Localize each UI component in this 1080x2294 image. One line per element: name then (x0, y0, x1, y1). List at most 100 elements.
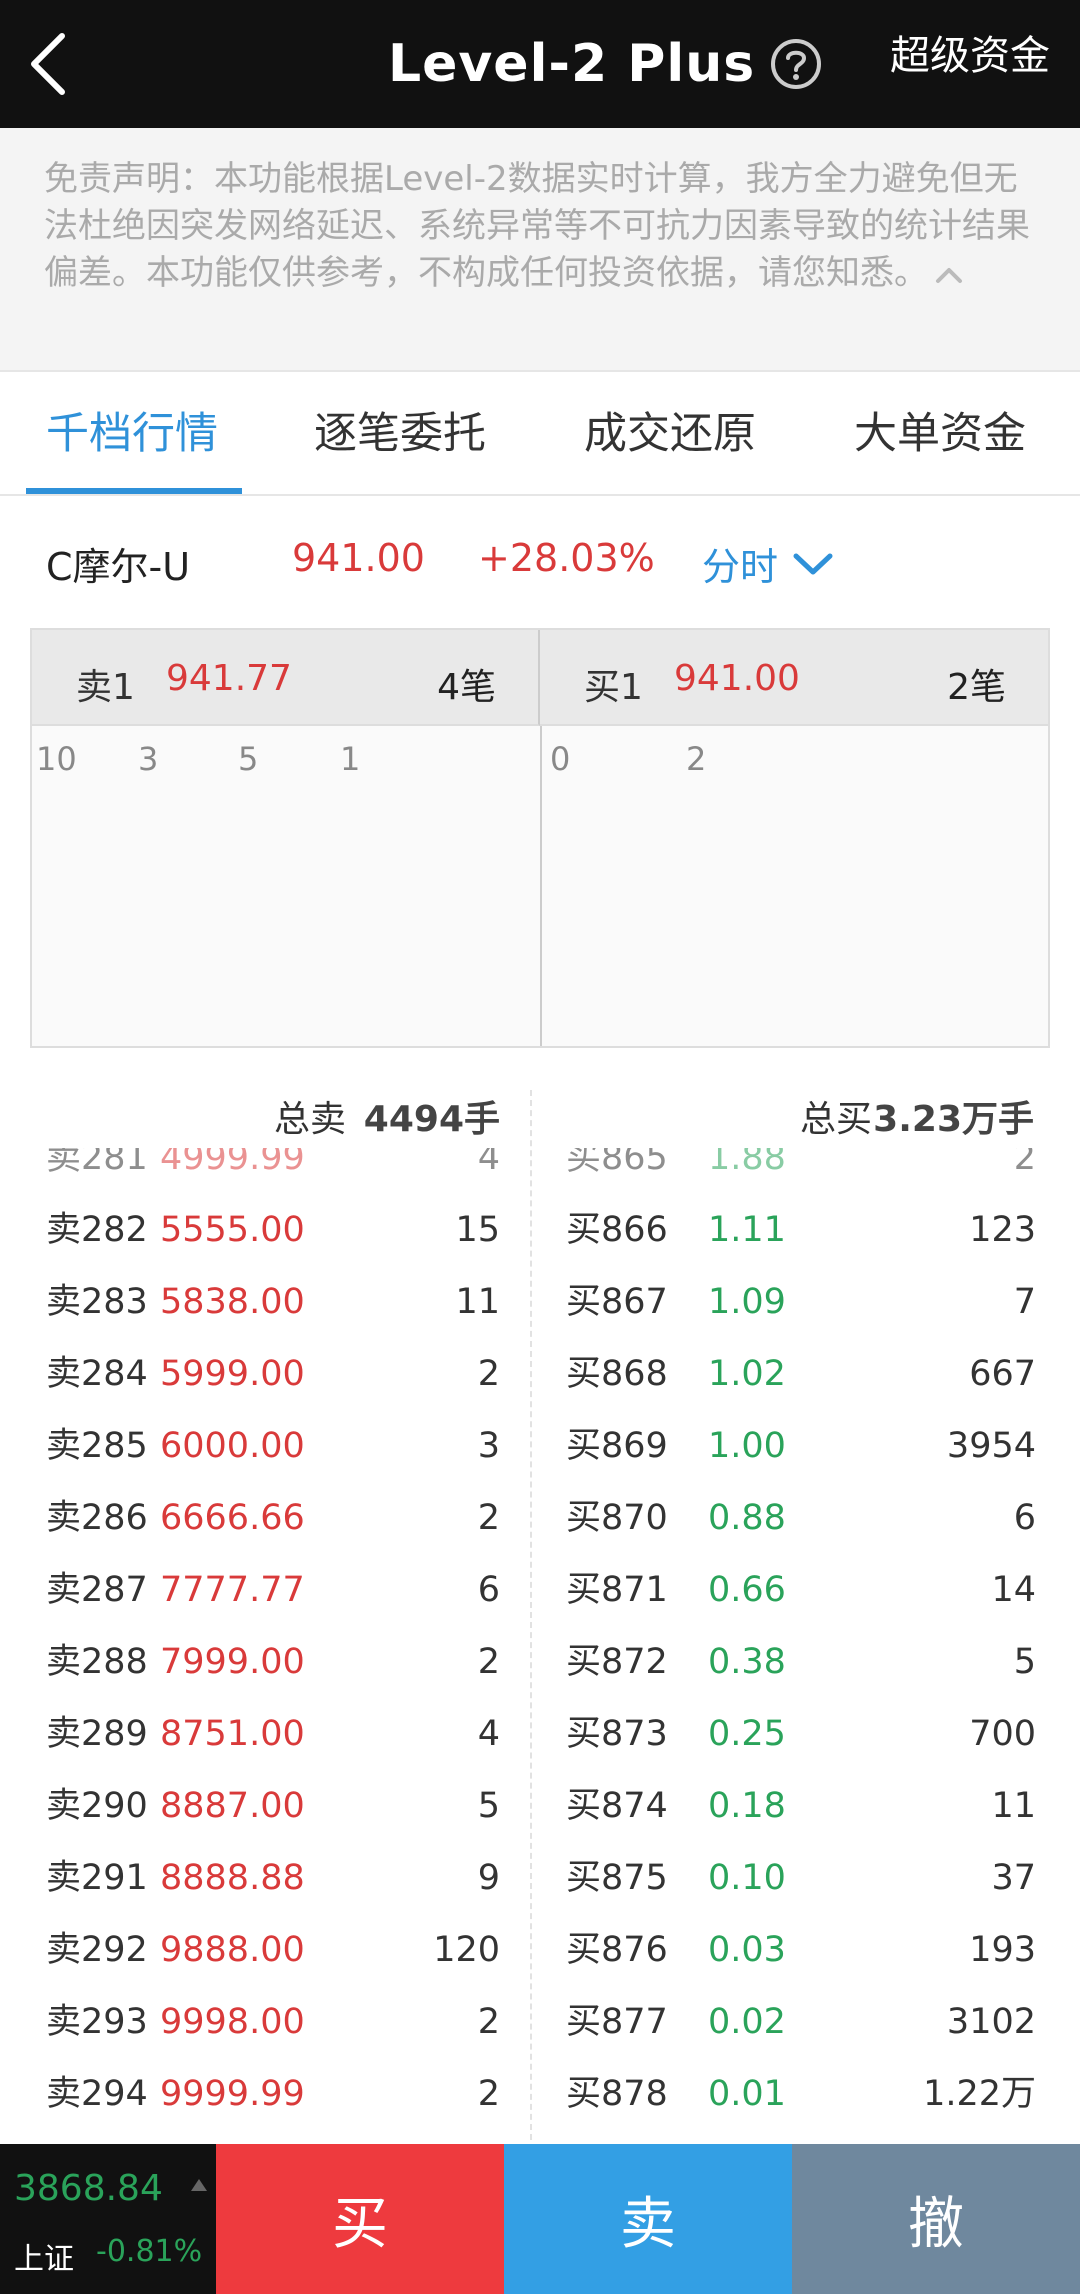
order-volume: 4 (477, 1148, 500, 1178)
order-level: 卖282 (46, 1210, 148, 1250)
sell-button[interactable]: 卖 (504, 2144, 792, 2294)
total-buy-label: 总买 (800, 1099, 873, 1140)
stock-change: +28.03% (478, 536, 655, 580)
order-volume: 2 (477, 2002, 500, 2042)
stock-summary: C摩尔-U 941.00 +28.03% 分时 (0, 530, 1080, 598)
order-level: 买869 (566, 1426, 668, 1466)
order-volume: 14 (991, 1570, 1036, 1610)
tab-order-by-order[interactable]: 逐笔委托 (314, 406, 486, 462)
order-price: 0.38 (708, 1642, 786, 1682)
table-row: 卖290 8887.00 5 (0, 1772, 530, 1844)
table-row: 卖285 6000.00 3 (0, 1412, 530, 1484)
tab-bar: 千档行情 逐笔委托 成交还原 大单资金 (0, 372, 1080, 496)
buy-queue-item: 2 (686, 740, 707, 778)
order-level: 买874 (566, 1786, 668, 1826)
order-level: 买878 (566, 2074, 668, 2114)
order-price: 0.66 (708, 1570, 786, 1610)
order-volume: 7 (1013, 1282, 1036, 1322)
cancel-order-button[interactable]: 撤 (792, 2144, 1080, 2294)
order-volume: 2 (477, 1498, 500, 1538)
table-row: 卖286 6666.66 2 (0, 1484, 530, 1556)
order-volume: 3954 (946, 1426, 1036, 1466)
order-price: 5999.00 (160, 1354, 305, 1394)
order-level: 买866 (566, 1210, 668, 1250)
order-volume: 11 (991, 1786, 1036, 1826)
order-price: 0.02 (708, 2002, 786, 2042)
order-volume: 4 (477, 1714, 500, 1754)
order-price: 1.88 (708, 1148, 786, 1178)
total-buy-value: 3.23万手 (873, 1099, 1034, 1140)
tab-depth-quote[interactable]: 千档行情 (46, 406, 218, 462)
bottom-action-bar: 3868.84 上证 -0.81% 买 卖 撤 (0, 2144, 1080, 2294)
order-volume: 193 (969, 1930, 1036, 1970)
order-price: 7777.77 (160, 1570, 305, 1610)
buy-order-list[interactable]: 买865 1.88 2 买866 1.11 123 买867 1.09 7 买8… (532, 1148, 1080, 2138)
buy1-count: 2笔 (947, 667, 1006, 708)
order-level: 买876 (566, 1930, 668, 1970)
order-volume: 667 (969, 1354, 1036, 1394)
order-volume: 9 (477, 1858, 500, 1898)
buy1-label: 买1 (584, 667, 643, 708)
order-volume: 3 (477, 1426, 500, 1466)
table-row: 卖292 9888.00 120 (0, 1916, 530, 1988)
buy-button[interactable]: 买 (216, 2144, 504, 2294)
table-row: 买874 0.18 11 (532, 1772, 1080, 1844)
order-price: 1.09 (708, 1282, 786, 1322)
order-level: 买868 (566, 1354, 668, 1394)
table-row: 买875 0.10 37 (532, 1844, 1080, 1916)
table-row: 买866 1.11 123 (532, 1196, 1080, 1268)
order-price: 5838.00 (160, 1282, 305, 1322)
sell-queue-item: 1 (340, 740, 361, 778)
order-level: 卖294 (46, 2074, 148, 2114)
buy-queue-item: 0 (550, 740, 571, 778)
sell-queue-item: 5 (238, 740, 259, 778)
order-volume: 15 (455, 1210, 500, 1250)
order-level: 卖290 (46, 1786, 148, 1826)
collapse-icon[interactable] (934, 265, 964, 285)
order-level: 买877 (566, 2002, 668, 2042)
order-price: 1.02 (708, 1354, 786, 1394)
super-funds-link[interactable]: 超级资金 (890, 28, 1050, 84)
timeshare-dropdown[interactable]: 分时 (702, 536, 834, 591)
index-ticker[interactable]: 3868.84 上证 -0.81% (0, 2144, 216, 2294)
order-price: 8887.00 (160, 1786, 305, 1826)
index-value: 3868.84 (14, 2168, 163, 2209)
table-row: 买876 0.03 193 (532, 1916, 1080, 1988)
active-tab-indicator (26, 488, 242, 494)
table-row: 卖284 5999.00 2 (0, 1340, 530, 1412)
order-price: 9998.00 (160, 2002, 305, 2042)
index-change: -0.81% (96, 2234, 203, 2269)
order-price: 4999.99 (160, 1148, 305, 1178)
tab-large-order-funds[interactable]: 大单资金 (854, 406, 1026, 462)
title-group: Level-2 Plus (388, 20, 823, 108)
order-level: 买867 (566, 1282, 668, 1322)
chevron-down-icon (793, 553, 833, 574)
total-sell-value: 4494手 (363, 1099, 500, 1140)
buy1-header: 买1 941.00 2笔 (540, 630, 1048, 726)
sell-queue-item: 10 (36, 740, 77, 778)
table-row: 卖293 9998.00 2 (0, 1988, 530, 2060)
back-icon[interactable] (22, 26, 82, 102)
order-price: 0.01 (708, 2074, 786, 2114)
order-volume: 2 (477, 2074, 500, 2114)
table-row: 卖282 5555.00 15 (0, 1196, 530, 1268)
table-row: 买873 0.25 700 (532, 1700, 1080, 1772)
table-row: 卖283 5838.00 11 (0, 1268, 530, 1340)
order-price: 0.03 (708, 1930, 786, 1970)
triangle-up-icon (191, 2179, 207, 2191)
order-volume: 6 (477, 1570, 500, 1610)
table-row: 卖291 8888.88 9 (0, 1844, 530, 1916)
top-bar: Level-2 Plus 超级资金 (0, 0, 1080, 128)
order-price: 0.25 (708, 1714, 786, 1754)
help-icon[interactable] (769, 37, 823, 91)
tab-trade-restore[interactable]: 成交还原 (584, 406, 756, 462)
order-price: 6666.66 (160, 1498, 305, 1538)
order-level: 买872 (566, 1642, 668, 1682)
order-price: 8751.00 (160, 1714, 305, 1754)
order-level: 买870 (566, 1498, 668, 1538)
table-row: 买877 0.02 3102 (532, 1988, 1080, 2060)
table-row: 买867 1.09 7 (532, 1268, 1080, 1340)
sell-order-list[interactable]: 卖281 4999.99 4 卖282 5555.00 15 卖283 5838… (0, 1148, 530, 2138)
index-name: 上证 (14, 2242, 74, 2277)
order-volume: 120 (433, 1930, 500, 1970)
